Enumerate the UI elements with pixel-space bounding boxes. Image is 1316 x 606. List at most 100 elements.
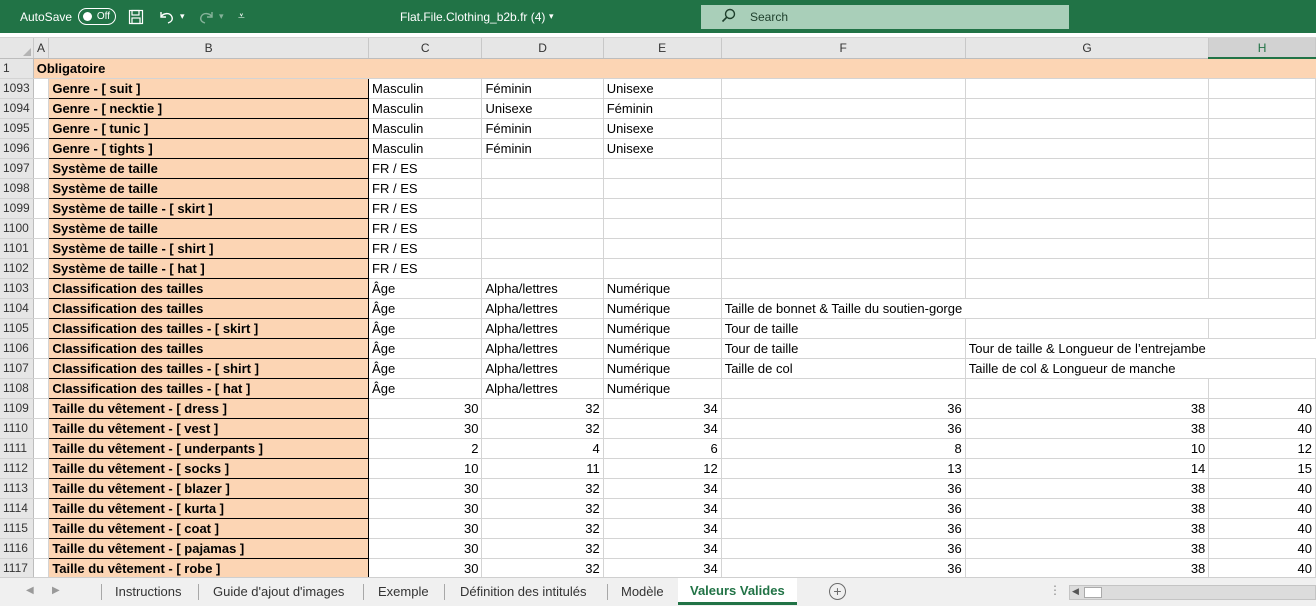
cell-f[interactable] (721, 198, 966, 219)
cell-g[interactable] (965, 198, 1210, 219)
cell-d[interactable]: 32 (481, 518, 604, 539)
cell-h[interactable]: 40 (1208, 538, 1316, 559)
cell-h[interactable]: 40 (1208, 518, 1316, 539)
search-box[interactable]: Search (701, 5, 1069, 29)
column-header-b[interactable]: B (48, 38, 370, 59)
cell-g[interactable]: 38 (965, 518, 1210, 539)
tab-exemple[interactable]: Exemple (378, 578, 429, 605)
cell-d[interactable]: 4 (481, 438, 604, 459)
cell-d[interactable] (481, 218, 604, 239)
cell-g[interactable] (965, 98, 1210, 119)
cell-g[interactable] (965, 118, 1210, 139)
row-number[interactable]: 1098 (0, 178, 34, 199)
cell-label[interactable]: Système de taille (48, 217, 370, 239)
cell-a[interactable] (33, 418, 50, 439)
cell-e[interactable]: Numérique (603, 298, 722, 319)
cell-h[interactable] (1208, 358, 1316, 379)
cell-h[interactable]: 40 (1208, 498, 1316, 519)
customize-toolbar-icon[interactable]: ⩡ (238, 0, 245, 33)
save-icon[interactable] (128, 0, 144, 33)
column-header-f[interactable]: F (721, 38, 966, 59)
cell-e[interactable]: 34 (603, 398, 722, 419)
cell-f[interactable]: 36 (721, 418, 966, 439)
cell-e[interactable]: 34 (603, 538, 722, 559)
row-number[interactable]: 1093 (0, 78, 34, 99)
cell-h[interactable] (1208, 378, 1316, 399)
cell-f[interactable]: 36 (721, 538, 966, 559)
cell-obligatoire[interactable]: Obligatoire (33, 58, 369, 79)
cell-f[interactable] (721, 278, 966, 299)
cell-a[interactable] (33, 438, 50, 459)
cell-d[interactable]: Alpha/lettres (481, 378, 604, 399)
cell-c[interactable]: 30 (368, 418, 483, 439)
column-header-h[interactable]: H (1208, 38, 1316, 59)
cell-label[interactable]: Système de taille (48, 177, 370, 199)
cell-h[interactable] (1208, 198, 1316, 219)
cell-label[interactable]: Système de taille - [ hat ] (48, 257, 370, 279)
row-number[interactable]: 1105 (0, 318, 34, 339)
cell-d[interactable]: 32 (481, 498, 604, 519)
scrollbar-thumb[interactable] (1084, 587, 1102, 598)
cell-g[interactable] (965, 158, 1210, 179)
cell-f[interactable] (721, 98, 966, 119)
cell-f[interactable]: 36 (721, 558, 966, 577)
cell-label[interactable]: Classification des tailles - [ hat ] (48, 377, 370, 399)
cell-a[interactable] (33, 378, 50, 399)
cell-a[interactable] (33, 118, 50, 139)
cell-c[interactable]: FR / ES (368, 258, 483, 279)
cell-e[interactable]: Numérique (603, 318, 722, 339)
cell-g[interactable]: 10 (965, 438, 1210, 459)
cell[interactable] (481, 58, 604, 79)
cell-f[interactable]: Taille de col (721, 358, 966, 379)
row-number[interactable]: 1113 (0, 478, 34, 499)
cell-e[interactable]: 34 (603, 518, 722, 539)
cell-label[interactable]: Système de taille (48, 157, 370, 179)
cell-d[interactable]: 32 (481, 538, 604, 559)
cell-f[interactable] (721, 138, 966, 159)
cell-h[interactable] (1208, 338, 1316, 359)
tab-guide-images[interactable]: Guide d'ajout d'images (213, 578, 344, 605)
row-number[interactable]: 1101 (0, 238, 34, 259)
row-number[interactable]: 1104 (0, 298, 34, 319)
row-number[interactable]: 1094 (0, 98, 34, 119)
column-header-e[interactable]: E (603, 38, 722, 59)
cell-d[interactable]: 32 (481, 418, 604, 439)
cell-a[interactable] (33, 278, 50, 299)
cell-a[interactable] (33, 358, 50, 379)
cell-a[interactable] (33, 218, 50, 239)
cell-d[interactable]: Féminin (481, 118, 604, 139)
cell-e[interactable]: 34 (603, 418, 722, 439)
cell-e[interactable]: 6 (603, 438, 722, 459)
cell-f[interactable] (721, 238, 966, 259)
cell-d[interactable]: 32 (481, 478, 604, 499)
cell-g[interactable] (965, 298, 1209, 319)
cell-c[interactable]: Âge (368, 278, 483, 299)
cell-e[interactable]: 34 (603, 478, 722, 499)
column-header-c[interactable]: C (368, 38, 483, 59)
cell-a[interactable] (33, 198, 50, 219)
cell-d[interactable]: Alpha/lettres (481, 318, 604, 339)
tab-instructions[interactable]: Instructions (115, 578, 181, 605)
cell-c[interactable]: FR / ES (368, 178, 483, 199)
cell-d[interactable] (481, 158, 604, 179)
redo-dropdown-icon[interactable]: ▾ (219, 0, 224, 33)
cell[interactable] (965, 58, 1209, 79)
tab-modele[interactable]: Modèle (621, 578, 664, 605)
cell-f[interactable]: Tour de taille (721, 338, 966, 359)
cell-c[interactable]: Âge (368, 378, 483, 399)
tab-valeurs-valides[interactable]: Valeurs Valides (678, 578, 797, 605)
cell-h[interactable] (1208, 318, 1316, 339)
plus-circle-icon[interactable]: + (829, 583, 846, 600)
cell[interactable] (721, 58, 966, 79)
cell-d[interactable]: Féminin (481, 138, 604, 159)
cell-c[interactable]: 30 (368, 518, 483, 539)
row-number[interactable]: 1097 (0, 158, 34, 179)
cell[interactable] (1208, 58, 1316, 79)
cell-label[interactable]: Classification des tailles (48, 297, 370, 319)
row-number[interactable]: 1117 (0, 558, 34, 577)
cell-c[interactable]: 30 (368, 558, 483, 577)
cell-d[interactable]: Alpha/lettres (481, 298, 604, 319)
cell-c[interactable]: 30 (368, 478, 483, 499)
cell-label[interactable]: Système de taille - [ shirt ] (48, 237, 370, 259)
cell-f[interactable]: 36 (721, 478, 966, 499)
